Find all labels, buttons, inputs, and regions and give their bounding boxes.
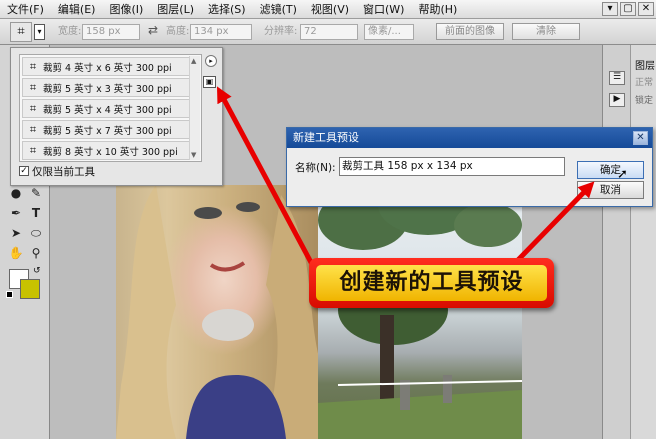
dialog-title: 新建工具预设 [287,128,652,148]
menu-bar: 文件(F) 编辑(E) 图像(I) 图层(L) 选择(S) 滤镜(T) 视图(V… [0,0,656,19]
preset-item[interactable]: ⌗ 裁剪 4 英寸 x 6 英寸 300 ppi [22,57,190,76]
menu-layer[interactable]: 图层(L) [150,1,201,17]
shape-tool-icon[interactable]: ⬭ [28,225,44,241]
new-tool-preset-dialog: 新建工具预设 ✕ 名称(N): 裁剪工具 158 px x 134 px 确定 … [286,127,653,207]
preset-item[interactable]: ⌗ 裁剪 8 英寸 x 10 英寸 300 ppi [22,141,190,160]
width-label: 宽度: [58,26,82,37]
preset-label: 裁剪 4 英寸 x 6 英寸 300 ppi [43,62,172,74]
tree-landscape-photo [318,185,522,439]
preset-item[interactable]: ⌗ 裁剪 5 英寸 x 3 英寸 300 ppi [22,78,190,97]
background-color-swatch[interactable] [20,279,40,299]
resolution-label: 分辨率: [264,26,298,37]
preset-label: 裁剪 5 英寸 x 7 英寸 300 ppi [43,125,172,137]
close-button[interactable]: ✕ [638,2,654,16]
tool-preset-picker-button[interactable]: ▾ [34,24,45,40]
preset-list: ⌗ 裁剪 4 英寸 x 6 英寸 300 ppi ⌗ 裁剪 5 英寸 x 3 英… [19,54,202,162]
tool-preset-panel: ⌗ 裁剪 4 英寸 x 6 英寸 300 ppi ⌗ 裁剪 5 英寸 x 3 英… [10,47,223,186]
pen-tool-icon[interactable]: ✒ [8,205,24,221]
front-image-button[interactable]: 前面的图像 [436,23,504,40]
blend-mode-select[interactable]: 正常 [635,75,653,88]
burn-tool-icon[interactable]: ✎ [28,185,44,201]
crop-icon: ⌗ [29,101,37,115]
options-bar: ⌗ ▾ 宽度: 158 px ⇄ 高度: 134 px 分辨率: 72 像素/.… [0,19,656,45]
current-tool-only-label: 仅限当前工具 [32,166,95,178]
crop-icon: ⌗ [29,143,37,157]
panel-icon-2[interactable]: ▶ [609,93,625,107]
resolution-field[interactable]: 72 [300,24,358,40]
name-input[interactable]: 裁剪工具 158 px x 134 px [339,157,565,176]
layers-tab[interactable]: 图层 [635,57,655,72]
crop-icon: ⌗ [29,59,37,73]
layers-panel-collapsed: 图层 正常 锁定 [630,45,656,439]
panel-icon-1[interactable]: ☰ [609,71,625,85]
maximize-button[interactable]: ▢ [620,2,636,16]
preset-label: 裁剪 5 英寸 x 4 英寸 300 ppi [43,104,172,116]
width-field[interactable]: 158 px [82,24,140,40]
menu-select[interactable]: 选择(S) [201,1,253,17]
woman-illustration [116,185,321,439]
type-tool-icon[interactable]: T [28,205,44,221]
crop-tool-icon[interactable]: ⌗ [10,22,32,42]
zoom-tool-icon[interactable]: ⚲ [28,245,44,261]
dodge-tool-icon[interactable]: ● [8,185,24,201]
lock-label: 锁定 [635,96,654,106]
menu-edit[interactable]: 编辑(E) [51,1,103,17]
scroll-up-icon[interactable]: ▲ [191,57,196,65]
panel-menu-icon[interactable]: ▸ [205,55,217,67]
cancel-button[interactable]: 取消 [577,181,644,199]
resolution-unit-select[interactable]: 像素/... [364,24,414,40]
woman-photo [116,185,321,439]
menu-filter[interactable]: 滤镜(T) [253,1,304,17]
ok-button[interactable]: 确定 [577,161,644,179]
preset-scrollbar[interactable]: ▲ ▼ [189,56,200,160]
crop-icon: ⌗ [29,80,37,94]
tree-illustration [318,185,522,439]
default-colors-icon[interactable] [6,291,13,298]
menu-window[interactable]: 窗口(W) [356,1,411,17]
callout-box: 创建新的工具预设 [309,258,554,308]
swap-icon[interactable]: ⇄ [148,23,158,37]
dialog-close-icon[interactable]: ✕ [633,131,648,145]
hand-tool-icon[interactable]: ✋ [8,245,24,261]
preset-label: 裁剪 5 英寸 x 3 英寸 300 ppi [43,83,172,95]
menu-view[interactable]: 视图(V) [304,1,356,17]
scroll-down-icon[interactable]: ▼ [191,151,196,159]
swap-colors-icon[interactable]: ↺ [33,266,41,276]
height-label: 高度: [166,26,190,37]
crop-icon: ⌗ [29,122,37,136]
mouse-cursor-icon: ➚ [617,167,628,182]
current-tool-only-checkbox[interactable]: ✓ [19,166,29,176]
preset-label: 裁剪 8 英寸 x 10 英寸 300 ppi [43,146,178,158]
menu-file[interactable]: 文件(F) [0,1,51,17]
minimize-button[interactable]: ▾ [602,2,618,16]
callout-text: 创建新的工具预设 [316,265,547,301]
name-label: 名称(N): [295,162,336,174]
new-preset-icon[interactable]: ▣ [203,76,216,88]
menu-image[interactable]: 图像(I) [102,1,150,17]
menu-help[interactable]: 帮助(H) [411,1,464,17]
clear-button[interactable]: 清除 [512,23,580,40]
preset-item[interactable]: ⌗ 裁剪 5 英寸 x 4 英寸 300 ppi [22,99,190,118]
preset-item[interactable]: ⌗ 裁剪 5 英寸 x 7 英寸 300 ppi [22,120,190,139]
height-field[interactable]: 134 px [190,24,252,40]
path-selection-tool-icon[interactable]: ➤ [8,225,24,241]
